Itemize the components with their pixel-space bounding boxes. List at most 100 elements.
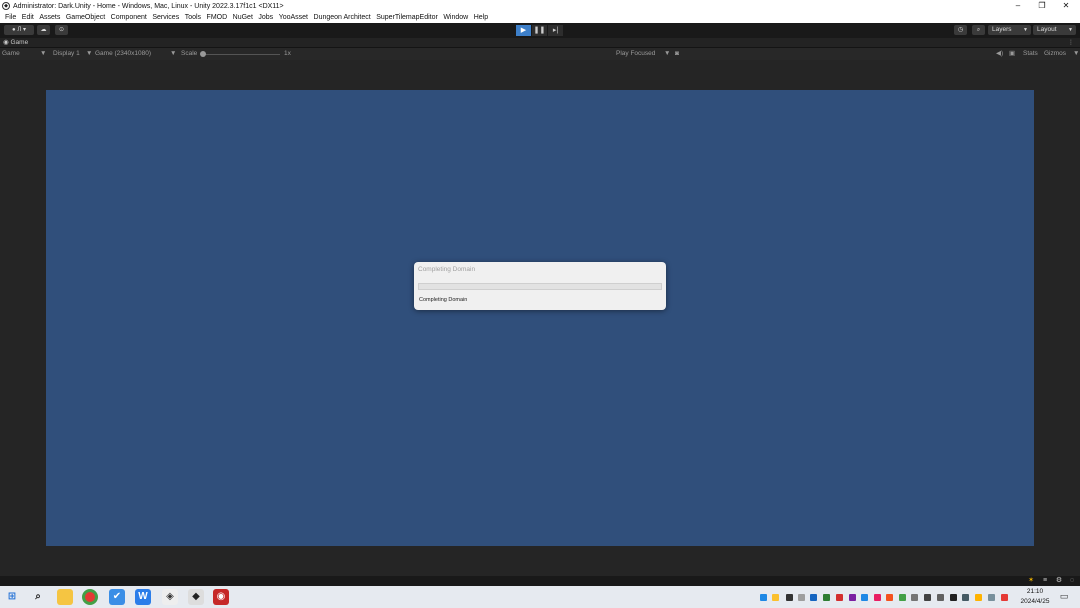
game-app-icon[interactable]: ◉ [213,589,229,605]
account-dropdown[interactable]: ● Л ▾ [4,25,34,35]
unity-editor-icon[interactable]: ◆ [188,589,204,605]
scale-value: 1x [284,50,291,57]
close-button[interactable]: ✕ [1054,0,1078,12]
menu-gameobject[interactable]: GameObject [66,12,105,23]
step-button[interactable]: ▸| [548,25,563,36]
speaker-icon[interactable] [937,594,944,601]
search-icon[interactable]: ⌕ [30,589,46,605]
game-area [0,60,1080,576]
game-view-toolbar: Game ▼ Display 1 ▼ Game (2340x1080) ▼ Sc… [0,48,1080,60]
tray-app-icon[interactable] [886,594,893,601]
clock-date: 2024/4/25 [1020,598,1050,605]
tray-app-icon[interactable] [874,594,881,601]
tray-app-icon[interactable] [760,594,767,601]
debug-icon[interactable]: ⚙ [1055,577,1063,585]
menu-supertilemapeditor[interactable]: SuperTilemapEditor [376,12,438,23]
tray-app-icon[interactable] [810,594,817,601]
chevron-down-icon: ▼ [1068,27,1073,33]
tab-game[interactable]: ◉ Game [3,38,28,48]
search-button[interactable]: ⌕ [972,25,985,35]
account-icon: ● [12,27,16,33]
menu-component[interactable]: Component [111,12,147,23]
resolution-label: Game (2340x1080) [95,50,152,57]
feishu-icon[interactable]: ✔ [109,589,125,605]
restore-button[interactable]: ❐ [1030,0,1054,12]
play-icon: ▶ [520,27,527,34]
tray-app-icon[interactable] [975,594,982,601]
pause-button[interactable]: ❚❚ [532,25,547,36]
unity-hub-icon[interactable]: ◈ [162,589,178,605]
microphone-icon[interactable] [950,594,957,601]
window-title: Administrator: Dark.Unity - Home - Windo… [13,2,284,10]
network-icon[interactable] [962,594,969,601]
chevron-down-icon: ▾ [22,27,26,33]
progress-spinner-icon[interactable]: ◌ [1068,577,1076,585]
menu-services[interactable]: Services [152,12,179,23]
windows-start-icon[interactable]: ⊞ [4,589,20,605]
volume-icon[interactable] [924,594,931,601]
file-explorer-icon[interactable] [57,589,73,605]
tray-app-icon[interactable] [911,594,918,601]
gamepad-icon[interactable]: ◙ [675,48,679,60]
menu-edit[interactable]: Edit [22,12,34,23]
scale-slider[interactable] [205,53,280,55]
tray-app-icon[interactable] [823,594,830,601]
shortcut-icon[interactable]: ▣ [1009,48,1015,60]
chrome-icon[interactable] [82,589,98,605]
menu-yooasset[interactable]: YooAsset [279,12,308,23]
menu-assets[interactable]: Assets [39,12,60,23]
menu-tools[interactable]: Tools [185,12,201,23]
collab-button[interactable]: ⊙ [55,25,68,35]
tray-app-icon[interactable] [849,594,856,601]
game-view-viewport[interactable] [46,90,1034,546]
menu-dungeon-architect[interactable]: Dungeon Architect [314,12,371,23]
gizmos-button[interactable]: Gizmos [1044,48,1066,60]
tray-app-icon[interactable] [1001,594,1008,601]
menu-help[interactable]: Help [474,12,488,23]
menu-window[interactable]: Window [443,12,468,23]
layers-label: Layers [992,26,1012,33]
tray-app-icon[interactable] [988,594,995,601]
window-titlebar: ◆ Administrator: Dark.Unity - Home - Win… [0,0,1080,12]
unity-logo-icon: ◆ [2,2,10,10]
layers-dropdown[interactable]: Layers ▼ [988,25,1031,35]
status-bar: ✶ ≡ ⚙ ◌ [0,576,1080,586]
chevron-down-icon: ▼ [40,50,47,57]
menu-jobs[interactable]: Jobs [258,12,273,23]
scale-label: Scale [181,50,198,57]
play-button[interactable]: ▶ [516,25,531,36]
history-button[interactable]: ◷ [954,25,967,35]
layers-status-icon[interactable]: ≡ [1041,577,1049,585]
mute-audio-icon[interactable]: ◀) [996,48,1003,60]
chevron-down-icon: ▼ [1073,50,1080,57]
progress-bar [418,283,662,290]
notification-icon[interactable]: ▭ [1058,590,1070,602]
tray-app-icon[interactable] [786,594,793,601]
scale-slider-knob[interactable] [200,51,206,57]
pause-icon: ❚❚ [533,27,546,34]
dialog-message: Completing Domain [419,297,468,303]
tray-app-icon[interactable] [836,594,843,601]
clock-time: 21:10 [1026,588,1044,595]
game-mode-label: Game [2,50,20,57]
menu-nuget[interactable]: NuGet [233,12,253,23]
chevron-down-icon: ▼ [170,50,177,57]
minimize-button[interactable]: – [1006,0,1030,12]
warning-icon[interactable]: ✶ [1027,577,1035,585]
chevron-down-icon: ▼ [1023,27,1028,33]
play-mode-label: Play Focused [616,50,656,57]
tray-app-icon[interactable] [772,594,779,601]
stats-button[interactable]: Stats [1023,48,1038,60]
chevron-down-icon: ▼ [664,50,671,57]
menu-file[interactable]: File [5,12,16,23]
word-app-icon[interactable]: W [135,589,151,605]
menu-fmod[interactable]: FMOD [207,12,228,23]
tray-app-icon[interactable] [798,594,805,601]
history-icon: ◷ [957,27,964,33]
cloud-button[interactable]: ☁ [37,25,50,35]
tray-app-icon[interactable] [861,594,868,601]
taskbar-clock[interactable]: 21:10 2024/4/25 [1018,587,1052,607]
tab-options-icon[interactable]: ⋮ [1068,38,1074,48]
tray-app-icon[interactable] [899,594,906,601]
layout-dropdown[interactable]: Layout ▼ [1033,25,1076,35]
